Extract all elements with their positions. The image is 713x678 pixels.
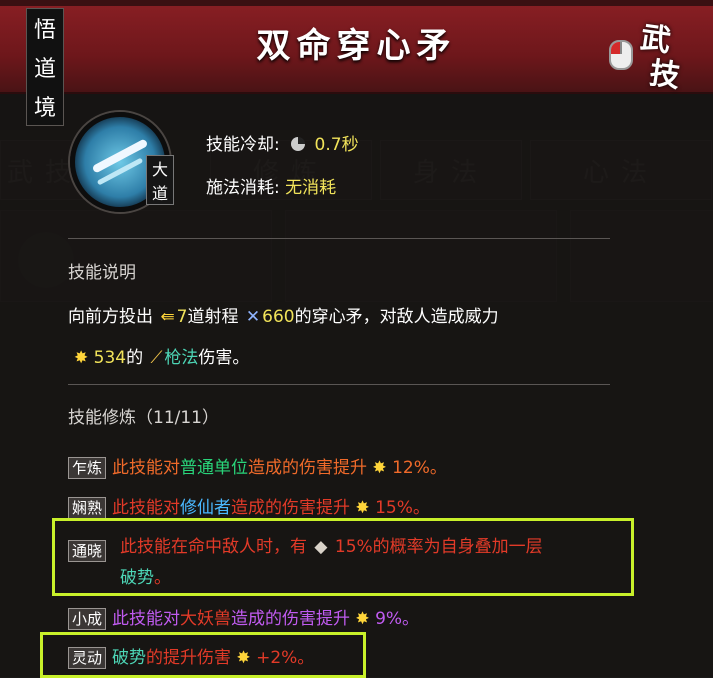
range-icon: ✕ — [245, 307, 261, 327]
training-text: 此技能在命中敌人时，有 — [120, 537, 307, 557]
divider — [68, 384, 610, 385]
power-icon: ✸ — [355, 609, 370, 629]
realm-char: 境 — [33, 95, 56, 121]
training-item-2: 娴熟 此技能对修仙者造成的伤害提升 ✸ 15%。 — [68, 493, 430, 519]
description-text: 道射程 — [187, 307, 239, 327]
training-target: 破势 — [112, 648, 147, 668]
training-target: 修仙者 — [180, 498, 232, 518]
skill-title: 双命穿心矛 — [256, 26, 457, 66]
tier-char: 道 — [151, 184, 168, 203]
training-item-5: 灵动 破势的提升伤害 ✸ +2%。 — [68, 643, 314, 669]
cooldown-value: 0.7秒 — [314, 135, 359, 155]
spear-icon: ⟋ — [150, 348, 163, 368]
cooldown-row: 技能冷却: 0.7秒 — [206, 130, 359, 155]
damage-type: 枪法 — [164, 348, 199, 368]
training-target: 普通单位 — [180, 458, 249, 478]
count-value: 7 — [176, 307, 188, 327]
training-value: 15%。 — [375, 498, 430, 518]
power-icon: ✸ — [372, 458, 387, 478]
training-tag: 灵动 — [68, 647, 107, 669]
training-heading: 技能修炼（11/11） — [68, 408, 219, 428]
skill-category-label: 武 技 — [633, 20, 686, 95]
training-value: +2%。 — [256, 648, 315, 668]
training-tag: 娴熟 — [68, 497, 107, 519]
training-text: 造成的伤害提升 — [231, 498, 351, 518]
cost-label: 施法消耗: — [206, 178, 280, 198]
training-tag: 通晓 — [68, 540, 107, 562]
realm-char: 道 — [33, 56, 56, 82]
realm-char: 悟 — [33, 18, 56, 44]
realm-badge: 悟 道 境 — [26, 8, 64, 126]
description-text: 伤害。 — [198, 348, 250, 368]
category-char: 技 — [647, 55, 682, 95]
power-value: 534 — [93, 348, 127, 368]
power-icon: ✸ — [236, 648, 251, 668]
training-text: 此技能对 — [112, 458, 181, 478]
power-icon: ✸ — [74, 348, 89, 368]
training-target: 大妖兽 — [180, 609, 232, 629]
training-text: 造成的伤害提升 — [248, 458, 368, 478]
cost-row: 施法消耗: 无消耗 — [206, 173, 336, 198]
category-char: 武 — [638, 20, 673, 60]
description-text: 的穿心矛，对敌人造成威力 — [294, 307, 499, 327]
mouse-left-click-icon — [609, 40, 633, 70]
cost-value: 无消耗 — [285, 178, 337, 198]
training-target: 破势 — [120, 568, 154, 588]
training-tag: 乍炼 — [68, 457, 107, 479]
training-text: 此技能对 — [112, 609, 181, 629]
training-text: 的提升伤害 — [146, 648, 232, 668]
description-text: 向前方投出 — [68, 307, 153, 327]
power-icon: ✸ — [355, 498, 370, 518]
training-text: 。 — [154, 568, 171, 588]
training-value: 9%。 — [375, 609, 420, 629]
training-item-3: 通晓 — [68, 540, 112, 562]
gem-icon: ◆ — [314, 537, 328, 557]
training-item-3-line-2: 破势。 — [120, 563, 171, 588]
description-line-2: ✸ 534的 ⟋ 枪法伤害。 — [74, 343, 249, 368]
training-item-4: 小成 此技能对大妖兽造成的伤害提升 ✸ 9%。 — [68, 604, 419, 630]
clock-icon — [291, 137, 306, 151]
description-text: 的 — [126, 348, 144, 368]
description-heading: 技能说明 — [68, 263, 136, 283]
title-bar-edge — [0, 0, 713, 6]
training-text: 此技能对 — [112, 498, 181, 518]
description-line-1: 向前方投出 ⇚ 7道射程 ✕ 660的穿心矛，对敌人造成威力 — [68, 302, 499, 327]
training-tag: 小成 — [68, 608, 107, 630]
count-icon: ⇚ — [160, 307, 175, 327]
range-value: 660 — [262, 307, 295, 327]
tier-char: 大 — [151, 160, 168, 179]
divider — [68, 238, 610, 239]
tier-badge: 大 道 — [146, 155, 174, 205]
training-value: 15%的概率为自身叠加一层 — [334, 537, 543, 557]
cooldown-label: 技能冷却: — [206, 135, 280, 155]
training-value: 12%。 — [392, 458, 447, 478]
training-text: 造成的伤害提升 — [231, 609, 351, 629]
training-item-3-line-1: 此技能在命中敌人时，有 ◆ 15%的概率为自身叠加一层 — [120, 532, 543, 557]
training-item-1: 乍炼 此技能对普通单位造成的伤害提升 ✸ 12%。 — [68, 453, 447, 479]
